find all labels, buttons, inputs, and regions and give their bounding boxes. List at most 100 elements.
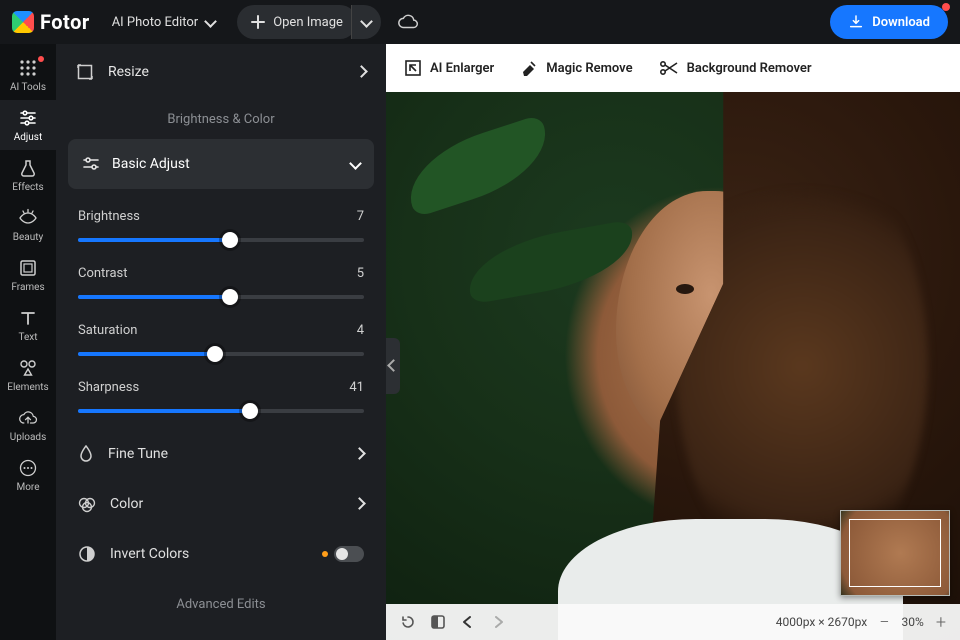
- color-row[interactable]: Color: [56, 479, 386, 529]
- collapse-panel-handle[interactable]: [386, 338, 400, 394]
- invert-colors-row[interactable]: Invert Colors: [56, 529, 386, 579]
- magic-remove-button[interactable]: Magic Remove: [520, 59, 632, 77]
- download-icon: [848, 14, 864, 30]
- shapes-icon: [18, 358, 38, 378]
- redo-button[interactable]: [490, 614, 506, 630]
- notification-dot-icon: [942, 3, 950, 11]
- download-button[interactable]: Download: [830, 5, 948, 39]
- editor-mode-label: AI Photo Editor: [112, 15, 199, 30]
- slider-thumb[interactable]: [222, 232, 238, 248]
- undo-button[interactable]: [460, 614, 476, 630]
- rail-uploads[interactable]: Uploads: [0, 400, 56, 450]
- section-advanced-edits: Advanced Edits: [56, 579, 386, 624]
- quick-tools-bar: AI Enlarger Magic Remove Background Remo…: [386, 44, 960, 92]
- slider-brightness: Brightness7: [78, 197, 364, 254]
- frame-icon: [18, 258, 38, 278]
- editor-mode-dropdown[interactable]: AI Photo Editor: [100, 9, 228, 36]
- navigator-minimap[interactable]: [840, 510, 950, 596]
- slider-thumb[interactable]: [207, 346, 223, 362]
- slider-label: Saturation: [78, 323, 137, 338]
- rail-label: Elements: [7, 382, 48, 393]
- chevron-right-icon: [355, 447, 364, 462]
- resize-row[interactable]: Resize: [56, 44, 386, 100]
- rail-ai-tools[interactable]: AI Tools: [0, 50, 56, 100]
- eraser-icon: [520, 59, 538, 77]
- brand-logo-icon: [12, 11, 34, 33]
- image-canvas[interactable]: 4000px × 2670px − 30% +: [386, 92, 960, 640]
- chevron-down-icon: [362, 15, 371, 30]
- sliders-icon: [18, 108, 38, 128]
- rail-beauty[interactable]: Beauty: [0, 200, 56, 250]
- cloud-icon: [397, 11, 419, 33]
- basic-adjust-label: Basic Adjust: [112, 156, 339, 172]
- invert-colors-label: Invert Colors: [110, 546, 308, 562]
- compare-icon: [430, 614, 446, 630]
- arrow-left-icon: [460, 614, 476, 630]
- slider-value: 4: [357, 323, 364, 338]
- slider-contrast: Contrast5: [78, 254, 364, 311]
- chevron-right-icon: [357, 65, 366, 80]
- compare-button[interactable]: [430, 614, 446, 630]
- scissors-icon: [659, 59, 679, 77]
- slider-sharpness: Sharpness41: [78, 368, 364, 425]
- image-dimensions: 4000px × 2670px: [776, 615, 868, 629]
- plus-icon: [251, 15, 265, 29]
- open-image-label: Open Image: [273, 15, 343, 30]
- rail-text[interactable]: Text: [0, 300, 56, 350]
- rail-label: AI Tools: [10, 82, 46, 93]
- fine-tune-row[interactable]: Fine Tune: [56, 429, 386, 479]
- chevron-left-icon: [389, 359, 398, 374]
- rail-label: Frames: [11, 282, 44, 293]
- slider-value: 7: [357, 209, 364, 224]
- rail-label: Effects: [12, 182, 43, 193]
- eye-icon: [18, 208, 38, 228]
- invert-colors-toggle[interactable]: [334, 546, 364, 562]
- rail-adjust[interactable]: Adjust: [0, 100, 56, 150]
- ai-enlarger-button[interactable]: AI Enlarger: [404, 59, 494, 77]
- canvas-bottom-bar: 4000px × 2670px − 30% +: [386, 604, 960, 640]
- open-image-button[interactable]: Open Image: [237, 5, 357, 39]
- chevron-down-icon: [206, 15, 215, 30]
- slider-track[interactable]: [78, 238, 364, 242]
- zoom-level: 30%: [902, 615, 924, 629]
- slider-saturation: Saturation 4: [78, 311, 364, 368]
- history-button[interactable]: [400, 614, 416, 630]
- open-image-group: Open Image: [237, 5, 381, 39]
- cloud-sync-button[interactable]: [391, 5, 425, 39]
- more-horizontal-icon: [18, 458, 38, 478]
- download-label: Download: [872, 15, 930, 30]
- rail-effects[interactable]: Effects: [0, 150, 56, 200]
- slider-track[interactable]: [78, 409, 364, 413]
- rail-label: Text: [18, 332, 37, 343]
- grid-dots-icon: [18, 58, 38, 78]
- zoom-out-button[interactable]: −: [879, 612, 889, 633]
- tool-rail: AI Tools Adjust Effects Beauty Frames Te…: [0, 44, 56, 640]
- rail-frames[interactable]: Frames: [0, 250, 56, 300]
- slider-track[interactable]: [78, 295, 364, 299]
- open-image-dropdown[interactable]: [351, 5, 381, 39]
- fine-tune-label: Fine Tune: [108, 446, 341, 462]
- slider-thumb[interactable]: [242, 403, 258, 419]
- brand-logo[interactable]: Fotor: [12, 10, 90, 34]
- enlarge-icon: [404, 59, 422, 77]
- rail-elements[interactable]: Elements: [0, 350, 56, 400]
- canvas-area: AI Enlarger Magic Remove Background Remo…: [386, 44, 960, 640]
- sliders-icon: [82, 155, 100, 173]
- resize-icon: [76, 63, 94, 81]
- slider-track[interactable]: [78, 352, 364, 356]
- premium-dot-icon: [322, 551, 328, 557]
- adjust-panel: Resize Brightness & Color Basic Adjust B…: [56, 44, 386, 640]
- chevron-right-icon: [355, 497, 364, 512]
- rail-more[interactable]: More: [0, 450, 56, 500]
- slider-thumb[interactable]: [222, 289, 238, 305]
- brand-name: Fotor: [40, 10, 90, 34]
- zoom-in-button[interactable]: +: [936, 612, 946, 633]
- rail-label: Uploads: [10, 432, 46, 443]
- basic-adjust-accordion[interactable]: Basic Adjust: [68, 139, 374, 189]
- background-remover-button[interactable]: Background Remover: [659, 59, 812, 77]
- flask-icon: [18, 158, 38, 178]
- magic-remove-label: Magic Remove: [546, 61, 632, 76]
- color-label: Color: [110, 496, 341, 512]
- ai-enlarger-label: AI Enlarger: [430, 61, 494, 76]
- background-remover-label: Background Remover: [687, 61, 812, 76]
